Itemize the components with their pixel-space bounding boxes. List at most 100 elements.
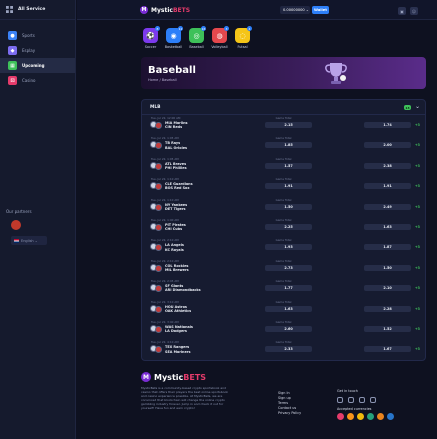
match-row[interactable]: Game Total Tue, Jul 22, 12:00 AM MIA Marli… — [147, 116, 420, 134]
odds-under-button[interactable]: 2.49 — [364, 203, 411, 210]
discord-icon[interactable] — [359, 397, 365, 403]
instagram-icon[interactable] — [337, 397, 343, 403]
odds-under-button[interactable]: 1.91 — [364, 183, 411, 190]
logo[interactable]: M MysticBETS — [140, 6, 190, 14]
team-logo-icon — [155, 142, 162, 150]
language-label: English — [21, 238, 34, 243]
get-in-touch-title: Get in touch — [337, 389, 358, 393]
chevron-down-icon[interactable]: ⌄ — [415, 103, 420, 110]
more-markets-button[interactable]: +3 — [415, 327, 420, 331]
odds-under-button[interactable]: 1.74 — [364, 122, 411, 128]
sport-banner: Baseball Home / Baseball — [141, 57, 426, 89]
calendar-icon: ▦ — [8, 61, 17, 70]
market-label: Game Total — [275, 197, 292, 202]
odds-over-button[interactable]: 1.91 — [265, 183, 312, 190]
odds-under-button[interactable]: 1.67 — [364, 346, 411, 353]
footer-link-privacy[interactable]: Privacy Policy — [278, 411, 301, 416]
sidebar-item-casino[interactable]: ⚄ Casino — [0, 73, 75, 88]
odds-under-button[interactable]: 2.28 — [364, 305, 411, 312]
more-markets-button[interactable]: +3 — [415, 164, 420, 168]
league-header[interactable]: MLB — [142, 100, 425, 115]
match-row[interactable]: Game Total Tue, Jul 22, 3:10 AM HOU Astros… — [147, 300, 420, 318]
odds-under-button[interactable]: 1.63 — [364, 224, 411, 230]
match-date: Tue, Jul 22, 1:05 AM — [151, 156, 179, 161]
category-count-badge: 4 — [247, 26, 252, 31]
balance-display[interactable]: 0.00000000 ⌄ — [280, 6, 310, 14]
bell-icon[interactable]: ▣ — [398, 7, 406, 15]
odds-under-button[interactable]: 1.52 — [364, 326, 411, 332]
trophy-icon — [325, 63, 347, 84]
chevron-down-icon: ⌄ — [305, 8, 309, 12]
category-basketball[interactable]: ◉ 12 Basketball — [164, 26, 183, 49]
match-row[interactable]: Game Total Tue, Jul 22, 3:40 AM WAS Nation… — [147, 320, 420, 338]
more-markets-button[interactable]: +3 — [415, 225, 420, 229]
match-row[interactable]: Game Total Tue, Jul 22, 1:05 AM TB Rays BAL… — [147, 136, 420, 154]
footer-logo[interactable]: M MysticBETS — [141, 372, 426, 382]
match-row[interactable]: Game Total Tue, Jul 22, 1:10 AM NY Yankees… — [147, 198, 420, 216]
more-markets-button[interactable]: +3 — [415, 245, 420, 249]
match-row[interactable]: Game Total Tue, Jul 22, 1:05 AM ATL Braves… — [147, 157, 420, 175]
more-markets-button[interactable]: +3 — [415, 123, 420, 127]
partners-label: Our partners — [6, 209, 32, 214]
odds-over-button[interactable]: 2.73 — [265, 264, 312, 271]
odds-over-button[interactable]: 1.63 — [265, 305, 312, 312]
telegram-icon[interactable] — [348, 397, 354, 403]
odds-over-button[interactable]: 1.93 — [265, 244, 312, 251]
more-markets-button[interactable]: +3 — [415, 347, 420, 351]
currency-icon — [387, 413, 394, 420]
odds-over-button[interactable]: 1.50 — [265, 203, 312, 210]
match-row[interactable]: Game Total Tue, Jul 22, 1:40 AM PIT Pirate… — [147, 218, 420, 236]
more-markets-button[interactable]: +3 — [415, 266, 420, 270]
team-logo-icon — [155, 326, 162, 333]
flag-icon — [14, 238, 19, 243]
category-baseball[interactable]: ◎ 16 Baseball — [187, 26, 206, 49]
sidebar-item-esplay[interactable]: ◆ Esplay — [0, 43, 75, 58]
basketball-icon: ◉ 12 — [166, 26, 183, 43]
currency-icon — [377, 413, 384, 420]
match-row[interactable]: Game Total Tue, Jul 22, 1:10 AM CLE Guardi… — [147, 177, 420, 195]
partner-logo[interactable] — [11, 220, 21, 230]
match-date: Tue, Jul 22, 2:10 AM — [151, 238, 179, 243]
esports-icon: ◆ — [8, 46, 17, 55]
more-markets-button[interactable]: +3 — [415, 143, 420, 147]
odds-under-button[interactable]: 1.87 — [364, 244, 411, 251]
team-away: MIL Brewers — [165, 268, 189, 272]
sidebar-header[interactable]: All Service — [0, 0, 75, 20]
sidebar-item-label: Esplay — [22, 48, 36, 53]
category-label: Futsal — [237, 45, 248, 49]
match-row[interactable]: Game Total Tue, Jul 22, 4:10 AM TEX Ranger… — [147, 340, 420, 358]
odds-over-button[interactable]: 2.33 — [265, 346, 312, 353]
language-select[interactable]: English ⌄ — [11, 236, 47, 245]
odds-under-button[interactable]: 1.50 — [364, 264, 411, 271]
more-markets-button[interactable]: +3 — [415, 205, 420, 209]
more-markets-button[interactable]: +3 — [415, 307, 420, 311]
more-markets-button[interactable]: +3 — [415, 184, 420, 188]
more-markets-button[interactable]: +3 — [415, 286, 420, 290]
sidebar-item-sports[interactable]: ● Sports — [0, 28, 75, 43]
odds-over-button[interactable]: 1.57 — [265, 162, 312, 169]
odds-over-button[interactable]: 1.85 — [265, 142, 312, 149]
match-row[interactable]: Game Total Tue, Jul 22, 2:10 AM LA Angels K… — [147, 238, 420, 256]
odds-under-button[interactable]: 2.38 — [364, 162, 411, 169]
twitter-icon[interactable] — [370, 397, 376, 403]
chevron-down-icon: ⌄ — [34, 238, 38, 243]
wallet-button[interactable]: Wallet — [312, 6, 329, 14]
match-row[interactable]: Game Total Tue, Jul 22, 2:10 AM COL Rockie… — [147, 259, 420, 277]
odds-over-button[interactable]: 2.25 — [265, 224, 312, 230]
market-label: Game Total — [275, 238, 292, 243]
match-date: Tue, Jul 22, 1:10 AM — [151, 197, 179, 202]
odds-under-button[interactable]: 2.00 — [364, 142, 411, 149]
odds-over-button[interactable]: 2.15 — [265, 122, 312, 128]
category-futsal[interactable]: ◌ 4 Futsal — [233, 26, 252, 49]
user-icon[interactable]: ☺ — [410, 7, 418, 15]
category-volleyball[interactable]: ◍ 3 Volleyball — [210, 26, 229, 49]
odds-under-button[interactable]: 2.10 — [364, 285, 411, 292]
match-row[interactable]: Game Total Tue, Jul 22, 2:45 AM SF Giants A… — [147, 279, 420, 297]
odds-over-button[interactable]: 1.77 — [265, 285, 312, 292]
league-name: MLB — [150, 104, 161, 110]
category-soccer[interactable]: ⚽ 8 Soccer — [141, 26, 160, 49]
team-away: BAL Orioles — [165, 145, 188, 150]
odds-over-button[interactable]: 2.60 — [265, 326, 312, 332]
dice-icon: ⚄ — [8, 76, 17, 85]
sidebar-item-upcoming[interactable]: ▦ Upcoming — [0, 58, 75, 73]
